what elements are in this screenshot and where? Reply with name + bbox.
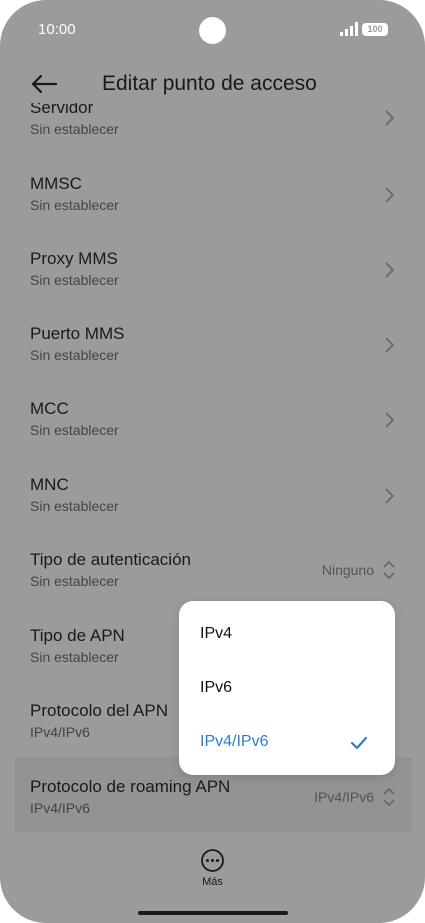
- setting-row-mnc[interactable]: MNC Sin establecer: [0, 475, 425, 547]
- chevron-up-down-icon: [383, 560, 395, 580]
- signal-icon: [340, 22, 358, 36]
- phone-screen: 10:00 100 Editar punto de acceso Servido…: [0, 0, 425, 923]
- more-options-label[interactable]: Más: [0, 876, 425, 888]
- dropdown-option-ipv6[interactable]: IPv6: [179, 665, 395, 719]
- setting-row-puerto-mms[interactable]: Puerto MMS Sin establecer: [0, 324, 425, 396]
- setting-value: Sin establecer: [30, 347, 119, 363]
- option-label: IPv6: [200, 679, 233, 696]
- option-label: IPv4/IPv6: [200, 733, 269, 750]
- camera-cutout: [199, 17, 226, 44]
- setting-row-servidor[interactable]: Servidor Sin establecer: [0, 103, 425, 139]
- status-bar: 10:00 100: [0, 0, 425, 58]
- setting-value: Sin establecer: [30, 649, 119, 665]
- dropdown-value: IPv4/IPv6: [314, 789, 374, 805]
- setting-label: MCC: [30, 399, 69, 418]
- more-options-icon[interactable]: [200, 848, 225, 873]
- setting-row-mcc[interactable]: MCC Sin establecer: [0, 399, 425, 471]
- setting-row-mmsc[interactable]: MMSC Sin establecer: [0, 174, 425, 246]
- battery-icon: 100: [362, 23, 388, 36]
- setting-label: Protocolo del APN: [30, 701, 168, 720]
- checkmark-icon: [350, 736, 368, 750]
- setting-label: Tipo de APN: [30, 626, 125, 645]
- setting-value: Sin establecer: [30, 121, 119, 137]
- setting-value: Sin establecer: [30, 573, 119, 589]
- setting-value: Sin establecer: [30, 498, 119, 514]
- home-indicator[interactable]: [138, 911, 288, 915]
- setting-value: Sin establecer: [30, 272, 119, 288]
- setting-row-protocolo-roaming-apn[interactable]: Protocolo de roaming APN IPv4/IPv6 IPv4/…: [0, 777, 425, 849]
- back-arrow-icon[interactable]: [30, 70, 58, 98]
- option-label: IPv4: [200, 625, 233, 642]
- chevron-up-down-icon: [383, 787, 395, 807]
- setting-label: Servidor: [30, 103, 94, 117]
- setting-label: Protocolo de roaming APN: [30, 777, 231, 796]
- setting-label: Tipo de autenticación: [30, 550, 191, 569]
- chevron-right-icon: [385, 187, 395, 203]
- dropdown-option-ipv4-ipv6[interactable]: IPv4/IPv6: [179, 719, 395, 773]
- setting-value: IPv4/IPv6: [30, 724, 90, 740]
- setting-value: IPv4/IPv6: [30, 800, 90, 816]
- setting-value: Sin establecer: [30, 197, 119, 213]
- setting-row-proxy-mms[interactable]: Proxy MMS Sin establecer: [0, 249, 425, 321]
- setting-label: Proxy MMS: [30, 249, 118, 268]
- setting-label: MNC: [30, 475, 69, 494]
- chevron-right-icon: [385, 337, 395, 353]
- setting-value: Sin establecer: [30, 422, 119, 438]
- chevron-right-icon: [385, 262, 395, 278]
- chevron-right-icon: [385, 412, 395, 428]
- page-title: Editar punto de acceso: [102, 72, 317, 95]
- setting-label: Puerto MMS: [30, 324, 125, 343]
- app-header: Editar punto de acceso: [0, 62, 425, 106]
- chevron-right-icon: [385, 110, 395, 126]
- status-time: 10:00: [38, 21, 76, 38]
- dropdown-option-ipv4[interactable]: IPv4: [179, 611, 395, 665]
- chevron-right-icon: [385, 488, 395, 504]
- dropdown-value: Ninguno: [321, 562, 374, 578]
- protocol-dropdown-menu: IPv4 IPv6 IPv4/IPv6: [179, 601, 395, 775]
- setting-label: MMSC: [30, 174, 82, 193]
